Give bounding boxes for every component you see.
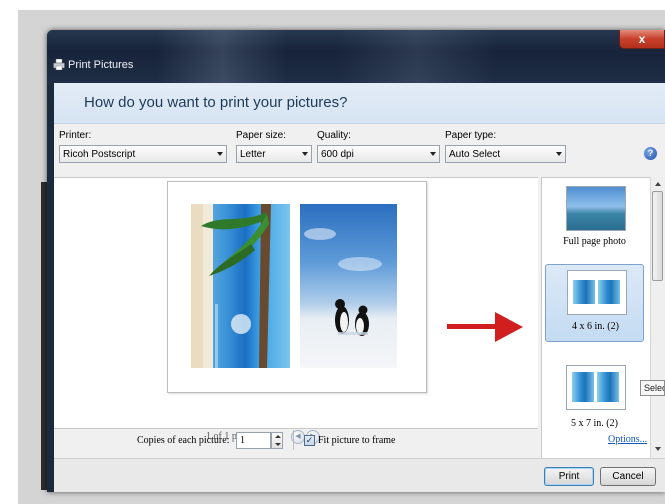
options-link[interactable]: Options... bbox=[608, 434, 647, 445]
fit-picture-checkbox[interactable]: ✓ bbox=[304, 435, 315, 446]
paper-type-select[interactable]: Auto Select bbox=[445, 145, 566, 163]
quality-select[interactable]: 600 dpi bbox=[317, 145, 440, 163]
mini-photo-left bbox=[573, 280, 595, 304]
checkmark-icon: ✓ bbox=[305, 435, 314, 445]
chevron-down-icon bbox=[302, 152, 308, 156]
stepper-up-icon[interactable] bbox=[275, 435, 281, 438]
layout-item-label: Full page photo bbox=[563, 236, 626, 247]
print-pictures-window: Print Pictures x How do you want to prin… bbox=[47, 30, 665, 492]
red-arrow-icon bbox=[495, 312, 523, 342]
tooltip: Select bbox=[640, 380, 665, 396]
layout-item-label: 4 x 6 in. (2) bbox=[572, 321, 619, 332]
paper-size-label: Paper size: bbox=[236, 130, 287, 141]
title-bar-glass-reflection-2 bbox=[337, 30, 497, 83]
printer-label: Printer: bbox=[59, 130, 92, 141]
beach-palm-image bbox=[191, 204, 271, 368]
layout-item-5x7[interactable]: 5 x 7 in. (2) bbox=[545, 360, 644, 438]
fit-picture-label[interactable]: Fit picture to frame bbox=[318, 435, 395, 446]
chevron-down-icon bbox=[217, 152, 223, 156]
help-icon[interactable]: ? bbox=[644, 147, 657, 160]
paper-size-select-value: Letter bbox=[240, 149, 266, 160]
title-bar-glass-reflection bbox=[157, 30, 287, 83]
header-band: How do you want to print your pictures? bbox=[54, 83, 665, 124]
cancel-button-label: Cancel bbox=[612, 471, 644, 482]
penguins-image bbox=[304, 228, 382, 336]
printer-icon bbox=[53, 59, 65, 70]
scroll-down-icon[interactable] bbox=[655, 447, 661, 451]
layout-scrollbar[interactable] bbox=[650, 177, 665, 458]
mini-photo-right bbox=[597, 372, 619, 402]
penguin-photo-thumbnail bbox=[300, 204, 397, 368]
layout-item-4x6[interactable]: 4 x 6 in. (2) bbox=[545, 264, 644, 342]
stepper-down-icon[interactable] bbox=[275, 443, 281, 446]
5x7-layout-thumbnail bbox=[566, 365, 626, 410]
help-icon-glyph: ? bbox=[647, 148, 654, 158]
copies-label: Copies of each picture: bbox=[137, 435, 230, 446]
dialog-client-area: How do you want to print your pictures? … bbox=[54, 83, 665, 492]
copies-value: 1 bbox=[240, 435, 245, 446]
beach-photo-thumbnail bbox=[191, 204, 290, 368]
layout-list[interactable]: Full page photo 4 x 6 in. (2) 5 x 7 in. … bbox=[541, 177, 651, 459]
title-bar[interactable]: Print Pictures bbox=[47, 30, 665, 83]
red-arrow-shaft bbox=[447, 324, 497, 329]
scroll-up-icon[interactable] bbox=[655, 182, 661, 186]
chevron-down-icon bbox=[556, 152, 562, 156]
paper-type-label: Paper type: bbox=[445, 130, 497, 141]
printer-select-value: Ricoh Postscript bbox=[63, 149, 136, 160]
tooltip-text: Select bbox=[644, 383, 664, 393]
copies-input[interactable]: 1 bbox=[236, 432, 271, 449]
scroll-thumb[interactable] bbox=[652, 191, 663, 281]
paper-type-select-value: Auto Select bbox=[449, 149, 501, 160]
close-icon: x bbox=[638, 32, 646, 46]
print-button[interactable]: Print bbox=[544, 467, 594, 486]
mini-photo-right bbox=[598, 280, 620, 304]
layout-item-full-page[interactable]: Full page photo bbox=[545, 181, 644, 259]
printer-select[interactable]: Ricoh Postscript bbox=[59, 145, 227, 163]
print-button-label: Print bbox=[558, 471, 580, 482]
quality-label: Quality: bbox=[317, 130, 351, 141]
4x6-layout-thumbnail bbox=[567, 270, 627, 315]
window-title: Print Pictures bbox=[68, 59, 134, 71]
close-button[interactable]: x bbox=[619, 30, 665, 49]
dialog-heading: How do you want to print your pictures? bbox=[84, 94, 348, 111]
cancel-button[interactable]: Cancel bbox=[600, 467, 656, 486]
chevron-down-icon bbox=[430, 152, 436, 156]
full-page-layout-thumbnail bbox=[566, 186, 626, 231]
copies-stepper[interactable] bbox=[271, 432, 283, 449]
divider bbox=[293, 430, 294, 450]
chevron-left-icon: ◀ bbox=[295, 433, 301, 440]
mini-photo-left bbox=[572, 372, 594, 402]
paper-size-select[interactable]: Letter bbox=[236, 145, 312, 163]
quality-select-value: 600 dpi bbox=[321, 149, 354, 160]
layout-item-label: 5 x 7 in. (2) bbox=[571, 418, 618, 429]
